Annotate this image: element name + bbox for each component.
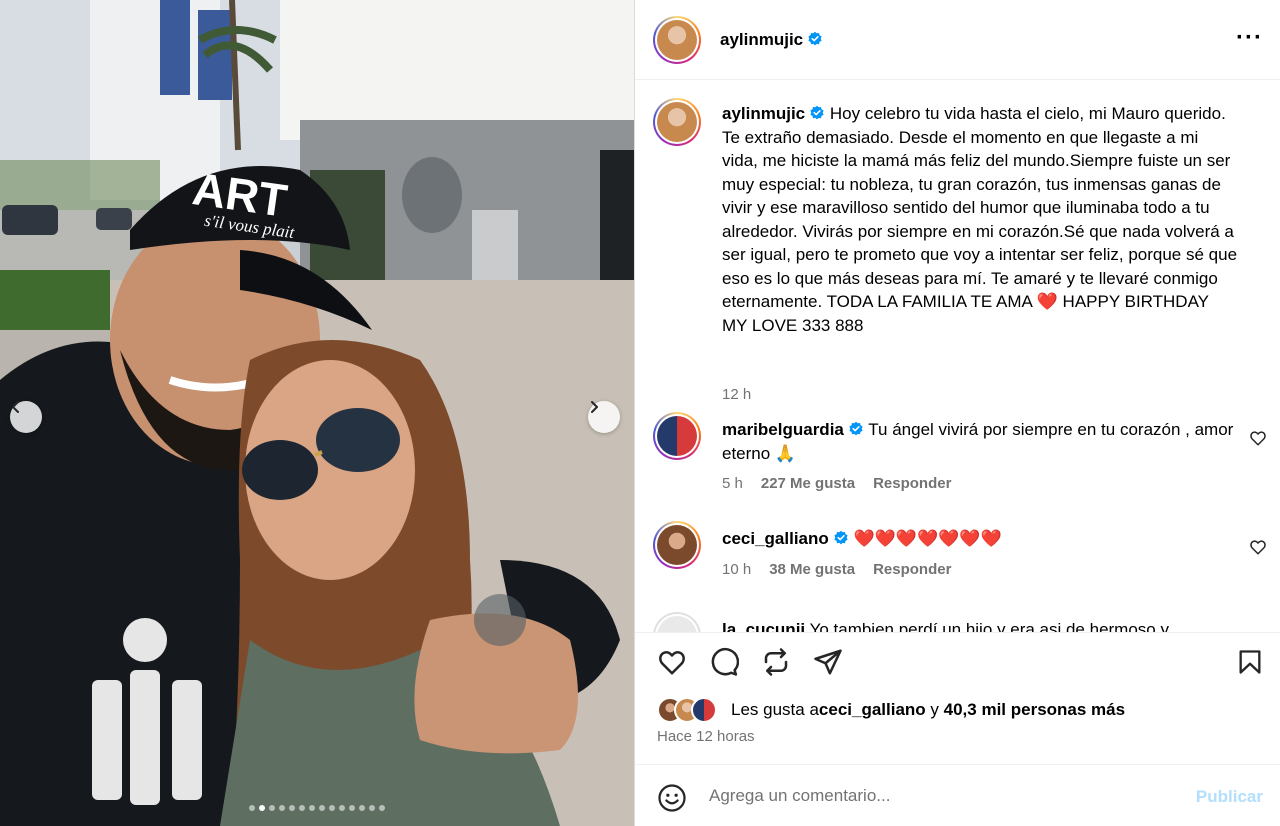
reply-button[interactable]: Responder — [873, 561, 951, 578]
likes-prefix: Les gusta a — [731, 700, 819, 719]
comment-meta: 10 h 38 Me gusta Responder — [722, 561, 951, 578]
carousel-dot — [279, 805, 285, 811]
comment-likes[interactable]: 38 Me gusta — [769, 561, 855, 578]
heart-icon — [659, 650, 685, 675]
bookmark-icon — [1239, 650, 1261, 674]
commenter-username[interactable]: la_cucunii — [722, 620, 805, 632]
carousel-dot — [329, 805, 335, 811]
carousel-prev-button[interactable] — [10, 401, 42, 433]
carousel-dot — [349, 805, 355, 811]
share-icon — [814, 649, 842, 675]
share-button[interactable] — [811, 645, 845, 679]
comments-list[interactable]: aylinmujic Hoy celebro tu vida hasta el … — [635, 80, 1280, 632]
carousel-dots — [0, 805, 634, 811]
comment-text: Yo tambien perdí un hijo y era asi de he… — [809, 620, 1169, 632]
carousel-dot — [369, 805, 375, 811]
add-comment-bar: Publicar — [635, 764, 1280, 826]
commenter-avatar[interactable] — [653, 612, 701, 632]
caption-text-block: aylinmujic Hoy celebro tu vida hasta el … — [722, 102, 1238, 337]
post-timestamp[interactable]: Hace 12 horas — [657, 728, 755, 745]
carousel-dot — [249, 805, 255, 811]
carousel-dot — [259, 805, 265, 811]
caption-meta: 12 h — [722, 386, 751, 403]
commenter-username[interactable]: maribelguardia — [722, 420, 844, 439]
comment-text-block: la_cucunii Yo tambien perdí un hijo y er… — [722, 618, 1238, 632]
caption-time[interactable]: 12 h — [722, 386, 751, 403]
likes-middle: y — [925, 700, 944, 719]
carousel-next-button[interactable] — [588, 401, 620, 433]
comment-icon — [711, 647, 739, 676]
commenter-avatar[interactable] — [653, 521, 701, 569]
comment-text: ❤️❤️❤️❤️❤️❤️❤️ — [853, 529, 1002, 548]
carousel-dot — [379, 805, 385, 811]
chevron-right-icon — [591, 401, 598, 413]
post-side-panel: aylinmujic ··· aylinmujic Hoy celebro tu… — [634, 0, 1280, 826]
verified-badge-icon — [808, 31, 822, 46]
carousel-dot — [339, 805, 345, 811]
post-header: aylinmujic ··· — [635, 0, 1280, 80]
likes-others[interactable]: 40,3 mil personas más — [944, 700, 1125, 720]
liker-avatar — [691, 697, 717, 723]
like-button[interactable] — [655, 645, 689, 679]
author-username[interactable]: aylinmujic — [720, 30, 803, 49]
photo-illustration: ART s'il vous plait — [0, 0, 634, 826]
carousel-dot — [319, 805, 325, 811]
verified-badge-icon — [849, 421, 863, 436]
comment-time[interactable]: 5 h — [722, 475, 743, 492]
emoji-icon[interactable] — [657, 783, 687, 813]
comment-button[interactable] — [707, 645, 741, 679]
verified-badge-icon — [834, 530, 848, 545]
author-avatar[interactable] — [653, 16, 701, 64]
chevron-left-icon — [12, 401, 19, 413]
commenter-username[interactable]: ceci_galliano — [722, 529, 829, 548]
post-action-bar — [635, 632, 1280, 688]
comment-like-heart-icon[interactable] — [1249, 538, 1267, 556]
carousel-dot — [289, 805, 295, 811]
carousel-dot — [269, 805, 275, 811]
carousel-dot — [359, 805, 365, 811]
more-options-icon[interactable]: ··· — [1236, 26, 1263, 50]
carousel-dot — [309, 805, 315, 811]
comment-text-block: ceci_galliano ❤️❤️❤️❤️❤️❤️❤️ — [722, 527, 1238, 551]
comment-likes[interactable]: 227 Me gusta — [761, 475, 855, 492]
reply-button[interactable]: Responder — [873, 475, 951, 492]
comment-input[interactable] — [709, 783, 1179, 809]
carousel-dot — [299, 805, 305, 811]
repost-icon — [764, 648, 788, 676]
caption-username[interactable]: aylinmujic — [722, 104, 805, 123]
save-button[interactable] — [1233, 645, 1267, 679]
repost-button[interactable] — [759, 645, 793, 679]
comment-meta: 5 h 227 Me gusta Responder — [722, 475, 951, 492]
comment-text-block: maribelguardia Tu ángel vivirá por siemp… — [722, 418, 1238, 465]
comment-like-heart-icon[interactable] — [1249, 429, 1267, 447]
likes-summary: Les gusta a ceci_galliano y 40,3 mil per… — [657, 696, 1125, 724]
caption-text: Hoy celebro tu vida hasta el cielo, mi M… — [722, 104, 1238, 335]
likes-user[interactable]: ceci_galliano — [819, 700, 926, 720]
publish-button[interactable]: Publicar — [1196, 787, 1263, 807]
caption-author-avatar[interactable] — [653, 98, 701, 146]
comment-time[interactable]: 10 h — [722, 561, 751, 578]
verified-badge-icon — [810, 105, 824, 120]
commenter-avatar[interactable] — [653, 412, 701, 460]
post-photo[interactable]: ART s'il vous plait — [0, 0, 634, 826]
